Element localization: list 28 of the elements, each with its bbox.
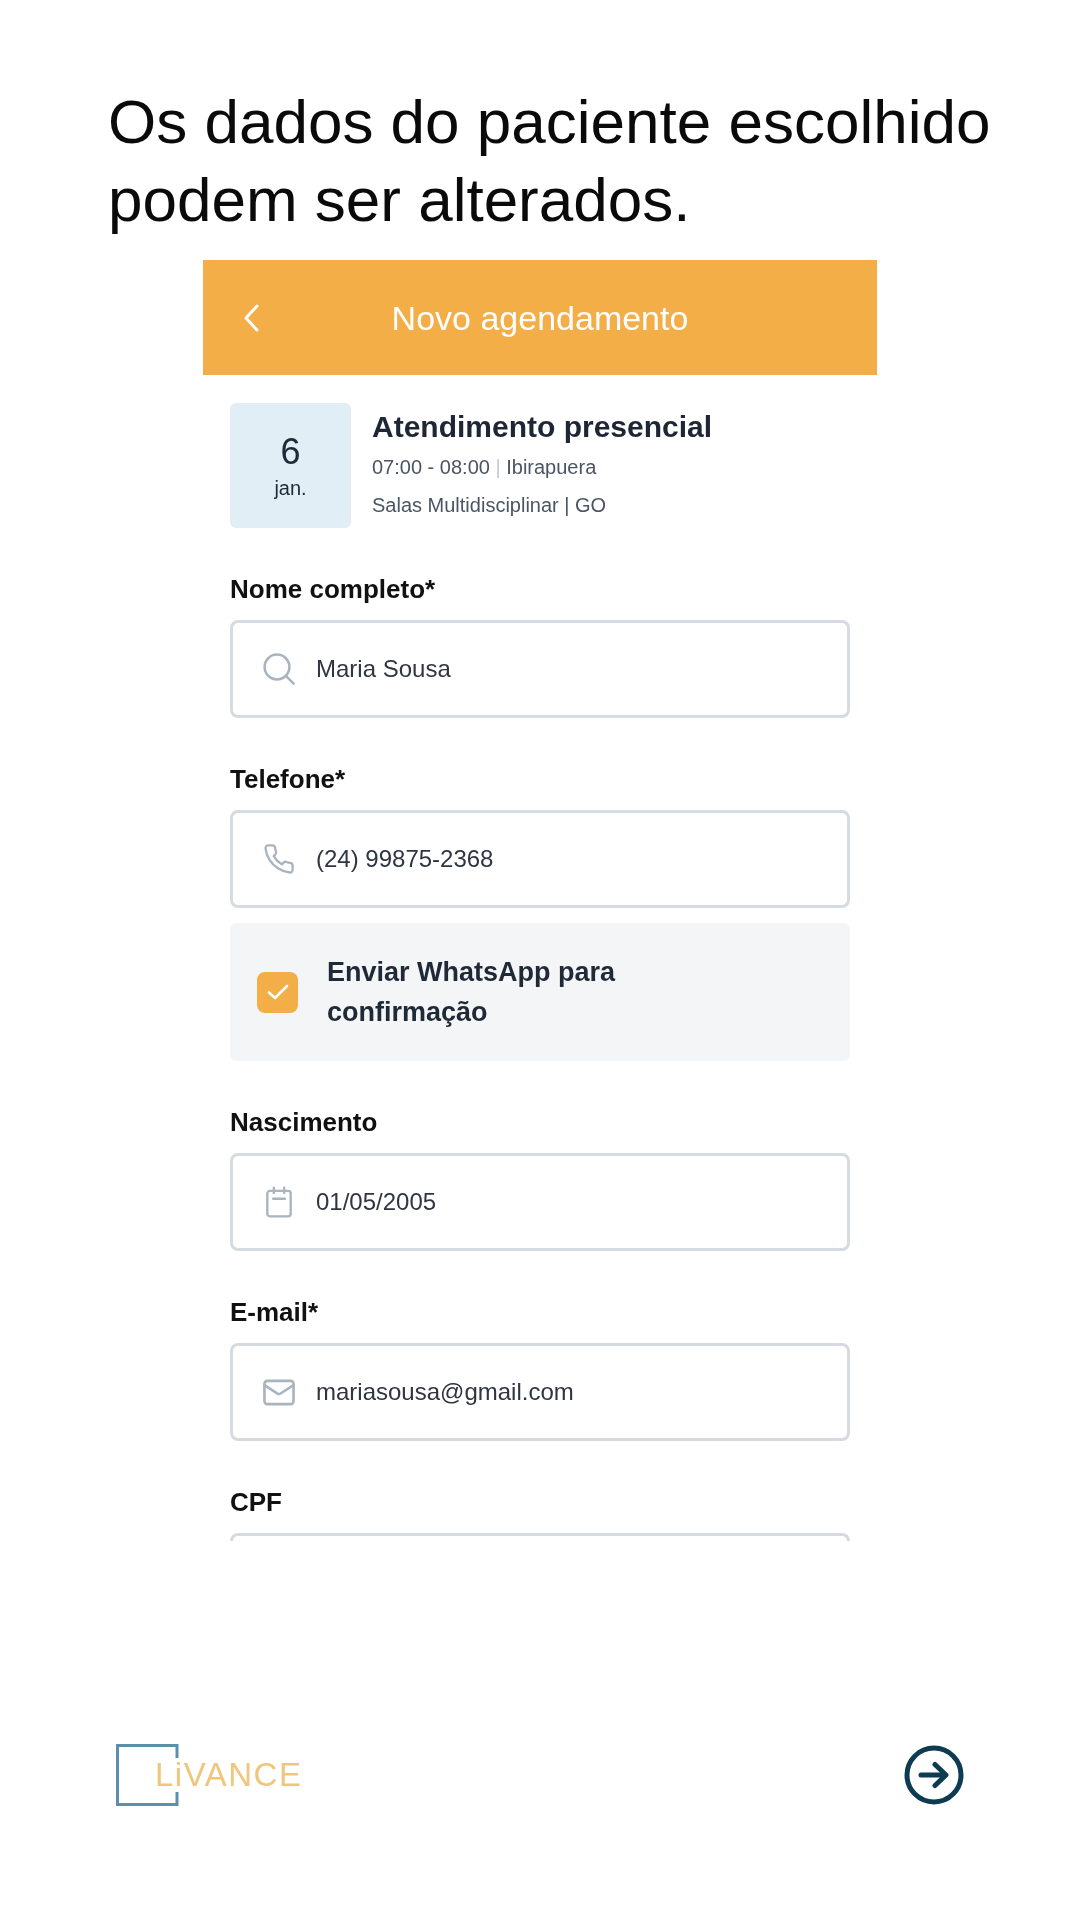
date-field[interactable]: 01/05/2005	[230, 1153, 850, 1251]
chevron-left-icon	[244, 303, 260, 332]
circle-arrow-right-icon	[904, 1745, 964, 1805]
search-icon	[263, 653, 295, 685]
input-field[interactable]	[230, 1533, 850, 1541]
checkbox[interactable]	[257, 971, 298, 1013]
email-field[interactable]: mariasousa@gmail.com	[230, 1343, 850, 1441]
checkbox-label: Enviar WhatsApp para confirmação	[327, 956, 617, 1029]
field-label: Telefone*	[230, 763, 346, 796]
calendar-icon	[266, 1186, 292, 1218]
header-title: Novo agendamento	[391, 297, 689, 339]
phone-icon	[264, 844, 294, 874]
date-month: jan.	[274, 475, 307, 501]
appointment-time-place: 07:00 - 08:00 | Ibirapuera	[372, 455, 597, 480]
appointment-room: Salas Multidisciplinar | GO	[372, 493, 607, 518]
caption: Os dados do paciente escolhido podem ser alterados.	[108, 86, 992, 236]
search-field[interactable]: Maria Sousa	[230, 620, 850, 718]
field-label: Nome completo*	[230, 573, 436, 606]
date-day: 6	[280, 430, 301, 473]
check-icon	[266, 984, 289, 1000]
appointment-title: Atendimento presencial	[372, 409, 713, 445]
field-label: E-mail*	[230, 1296, 319, 1329]
next-button[interactable]	[904, 1745, 964, 1805]
mail-icon	[263, 1378, 295, 1406]
field-label: CPF	[230, 1486, 282, 1519]
logo-text: LiVANCE	[155, 1755, 303, 1795]
field-label: Nascimento	[230, 1106, 378, 1139]
phone-field[interactable]: (24) 99875-2368	[230, 810, 850, 908]
